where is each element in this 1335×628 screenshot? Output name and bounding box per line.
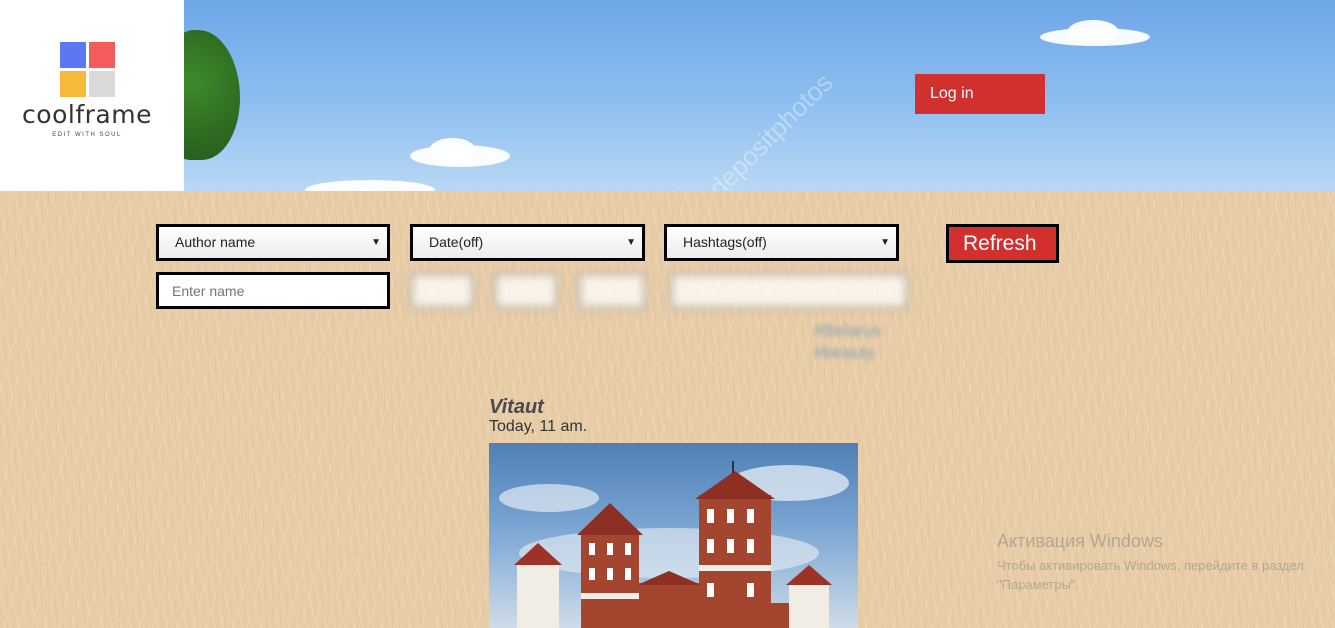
- date-day-field: [410, 273, 474, 309]
- hashtags-select[interactable]: Hashtags(off) ▼: [664, 224, 899, 261]
- hashtags-select-value: Hashtags(off): [683, 234, 767, 250]
- logo-tagline: EDIT WITH SOUL: [52, 132, 122, 138]
- cloud: [1068, 20, 1118, 42]
- post-photo[interactable]: [489, 443, 858, 628]
- author-select[interactable]: Author name ▼: [156, 224, 390, 261]
- logo-wordmark: coolframe: [22, 100, 152, 129]
- author-select-value: Author name: [175, 234, 256, 250]
- logo-squares-icon: [60, 42, 116, 98]
- windows-activation-text: Чтобы активировать Windows, перейдите в …: [997, 558, 1304, 592]
- watermark-text: depositphotos: [702, 67, 839, 191]
- date-year-field: [578, 273, 646, 309]
- hashtag-item: #beauty: [814, 343, 875, 362]
- refresh-button[interactable]: Refresh: [946, 224, 1059, 263]
- chevron-down-icon: ▼: [880, 237, 890, 248]
- castle-image: [499, 461, 849, 628]
- chevron-down-icon: ▼: [371, 237, 381, 248]
- hashtag-field: [670, 273, 908, 309]
- date-select[interactable]: Date(off) ▼: [410, 224, 645, 261]
- header-banner: depositphotos coolframe EDIT WITH SOUL L…: [0, 0, 1335, 191]
- date-select-value: Date(off): [429, 234, 484, 250]
- chevron-down-icon: ▼: [626, 237, 636, 248]
- windows-activation-title: Активация Windows: [997, 531, 1163, 551]
- hashtag-item: #Belarus: [814, 321, 882, 340]
- login-button[interactable]: Log in: [915, 74, 1045, 114]
- author-name-input[interactable]: [156, 272, 390, 309]
- cloud: [305, 180, 435, 191]
- cloud: [430, 138, 475, 160]
- logo[interactable]: coolframe EDIT WITH SOUL: [0, 0, 184, 191]
- post-timestamp: Today, 11 am.: [489, 418, 588, 435]
- date-month-field: [494, 273, 558, 309]
- post-author[interactable]: Vitaut: [489, 396, 544, 419]
